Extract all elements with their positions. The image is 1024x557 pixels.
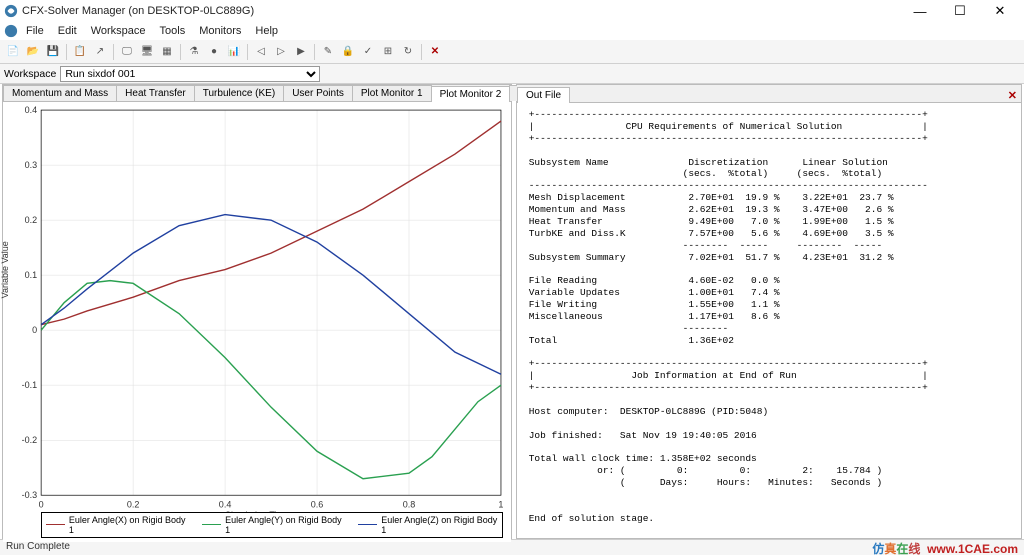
output-panel: Out File ✕ +----------------------------… — [516, 84, 1022, 539]
open-icon[interactable]: 📂 — [24, 43, 42, 61]
svg-text:0: 0 — [39, 499, 44, 509]
play-icon[interactable]: ▷ — [272, 43, 290, 61]
separator — [421, 44, 422, 60]
minimize-button[interactable]: — — [900, 0, 940, 22]
export-icon[interactable]: ↗ — [91, 43, 109, 61]
content-area: Momentum and Mass Heat Transfer Turbulen… — [0, 84, 1024, 539]
monitors-icon[interactable]: 🖥 — [138, 43, 156, 61]
layout-icon[interactable]: ▦ — [158, 43, 176, 61]
workspace-label: Workspace — [4, 68, 56, 80]
svg-text:0.3: 0.3 — [25, 160, 38, 170]
separator — [113, 44, 114, 60]
separator — [247, 44, 248, 60]
svg-text:1: 1 — [498, 499, 503, 509]
menu-tools[interactable]: Tools — [154, 24, 192, 38]
chart-panel: Momentum and Mass Heat Transfer Turbulen… — [2, 84, 512, 539]
window-title: CFX-Solver Manager (on DESKTOP-0LC889G) — [22, 5, 900, 17]
tab-plot1[interactable]: Plot Monitor 1 — [352, 85, 432, 101]
app-icon — [4, 4, 18, 18]
menu-file[interactable]: File — [20, 24, 50, 38]
line-chart: -0.3 -0.2 -0.1 0 0.1 0.2 0.3 0.4 0 0.2 0.4 0.6 0.8 1 — [3, 102, 511, 542]
tab-heat[interactable]: Heat Transfer — [116, 85, 195, 101]
legend-item: Euler Angle(Z) on Rigid Body 1 — [358, 515, 498, 535]
svg-text:0.6: 0.6 — [311, 499, 324, 509]
grid-icon[interactable]: ⊞ — [379, 43, 397, 61]
close-button[interactable]: ✕ — [980, 0, 1020, 22]
svg-text:0.8: 0.8 — [403, 499, 416, 509]
save-icon[interactable]: 💾 — [44, 43, 62, 61]
tab-turbulence[interactable]: Turbulence (KE) — [194, 85, 284, 101]
svg-text:0: 0 — [32, 325, 37, 335]
separator — [314, 44, 315, 60]
check-icon[interactable]: ✓ — [359, 43, 377, 61]
svg-text:0.2: 0.2 — [25, 215, 38, 225]
y-axis-label: Variable Value — [0, 241, 10, 298]
svg-text:0.1: 0.1 — [25, 270, 38, 280]
tab-plot2[interactable]: Plot Monitor 2 — [431, 86, 511, 102]
edit-icon[interactable]: ✎ — [319, 43, 337, 61]
chart-tabs: Momentum and Mass Heat Transfer Turbulen… — [3, 85, 511, 102]
svg-text:-0.1: -0.1 — [22, 380, 38, 390]
tab-userpoints[interactable]: User Points — [283, 85, 353, 101]
toolbar: 📄 📂 💾 📋 ↗ 🖵 🖥 ▦ ⚗ ● 📊 ◁ ▷ ▶ ✎ 🔒 ✓ ⊞ ↻ ✕ — [0, 40, 1024, 64]
workspace-select[interactable]: Run sixdof 001 — [60, 66, 320, 82]
svg-text:-0.3: -0.3 — [22, 490, 38, 500]
separator — [66, 44, 67, 60]
refresh-icon[interactable]: ↻ — [399, 43, 417, 61]
prev-icon[interactable]: ◁ — [252, 43, 270, 61]
copy-icon[interactable]: 📋 — [71, 43, 89, 61]
app-icon — [4, 24, 18, 38]
menu-edit[interactable]: Edit — [52, 24, 83, 38]
filter-icon[interactable]: ⚗ — [185, 43, 203, 61]
close-panel-icon[interactable]: ✕ — [1008, 89, 1017, 102]
output-text[interactable]: +---------------------------------------… — [517, 103, 1021, 538]
menu-workspace[interactable]: Workspace — [85, 24, 152, 38]
legend-item: Euler Angle(Y) on Rigid Body 1 — [202, 515, 342, 535]
menu-monitors[interactable]: Monitors — [193, 24, 247, 38]
svg-text:-0.2: -0.2 — [22, 435, 38, 445]
status-text: Run Complete — [6, 541, 70, 552]
next-icon[interactable]: ▶ — [292, 43, 310, 61]
menubar: File Edit Workspace Tools Monitors Help — [0, 22, 1024, 40]
chart-icon[interactable]: 📊 — [225, 43, 243, 61]
lock-icon[interactable]: 🔒 — [339, 43, 357, 61]
workspace-bar: Workspace Run sixdof 001 — [0, 64, 1024, 84]
menu-help[interactable]: Help — [249, 24, 284, 38]
tab-outfile[interactable]: Out File — [517, 87, 570, 103]
tab-momentum[interactable]: Momentum and Mass — [3, 85, 117, 101]
output-tabs: Out File ✕ — [517, 85, 1021, 103]
legend-item: Euler Angle(X) on Rigid Body 1 — [46, 515, 186, 535]
svg-text:0.2: 0.2 — [127, 499, 140, 509]
separator — [180, 44, 181, 60]
record-icon[interactable]: ● — [205, 43, 223, 61]
svg-text:0.4: 0.4 — [219, 499, 232, 509]
chart-legend: Euler Angle(X) on Rigid Body 1 Euler Ang… — [41, 512, 503, 538]
svg-text:0.4: 0.4 — [25, 105, 38, 115]
monitor-icon[interactable]: 🖵 — [118, 43, 136, 61]
maximize-button[interactable]: ☐ — [940, 0, 980, 22]
chart-area[interactable]: -0.3-0.2-0.100.10.20.30.400.20.40.60.81 … — [3, 102, 511, 542]
titlebar: CFX-Solver Manager (on DESKTOP-0LC889G) … — [0, 0, 1024, 22]
window-controls: — ☐ ✕ — [900, 0, 1020, 22]
stop-icon[interactable]: ✕ — [426, 43, 444, 61]
watermark: 仿真在线 www.1CAE.com — [872, 540, 1018, 557]
new-icon[interactable]: 📄 — [4, 43, 22, 61]
